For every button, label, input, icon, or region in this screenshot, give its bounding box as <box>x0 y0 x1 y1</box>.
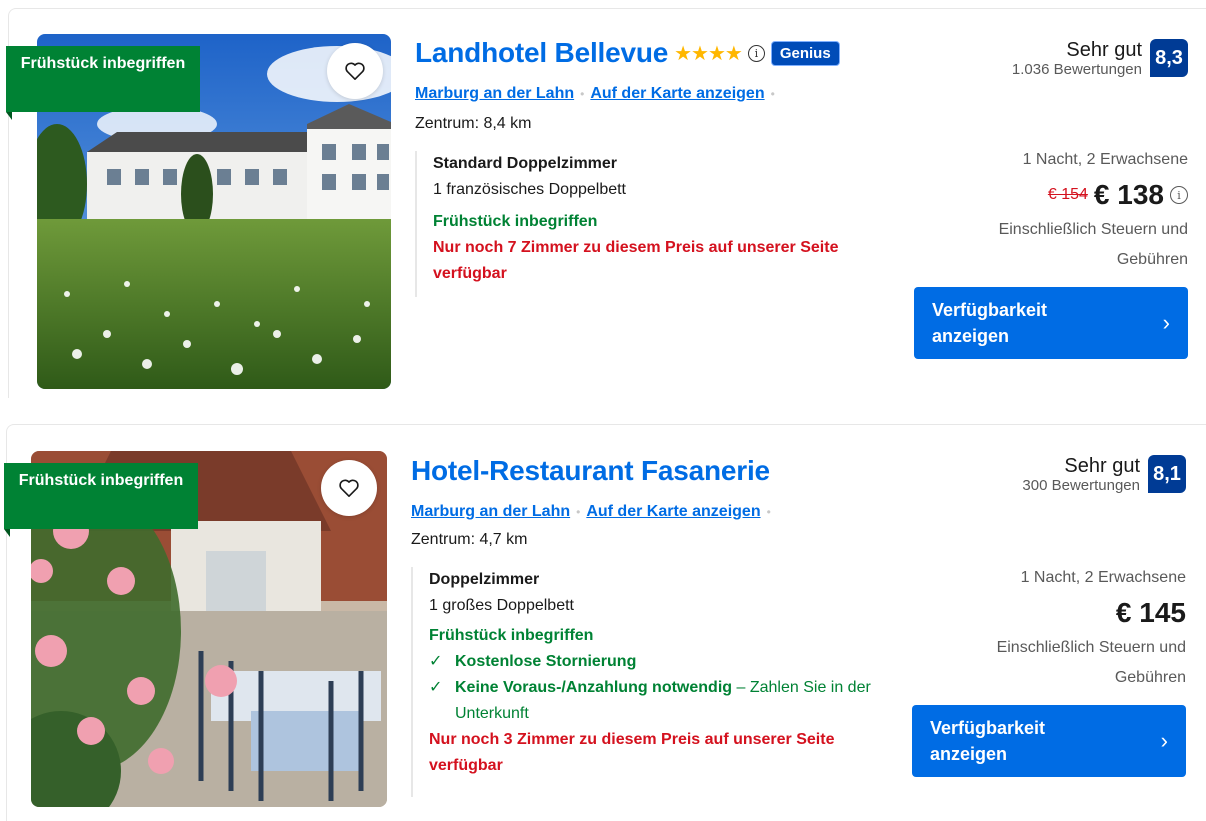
distance-text: Zentrum: 8,4 km <box>415 115 532 132</box>
review-score[interactable]: Sehr gut 300 Bewertungen 8,1 <box>1022 455 1186 495</box>
no-prepayment-line: ✓ Keine Voraus-/Anzahlung notwendig – Za… <box>429 675 881 727</box>
breakfast-included: Frühstück inbegriffen <box>433 213 598 230</box>
separator-dot: • <box>770 87 775 101</box>
separator-dot: • <box>766 505 771 519</box>
star-rating: ★★★★ <box>674 42 743 65</box>
room-details: Doppelzimmer 1 großes Doppelbett Frühstü… <box>411 567 881 797</box>
separator-dot: • <box>576 505 581 519</box>
heart-outline-icon <box>345 62 365 80</box>
title-row: Hotel-Restaurant Fasanerie <box>411 455 770 487</box>
checkmark-icon: ✓ <box>429 679 443 696</box>
room-type: Standard Doppelzimmer <box>433 155 618 172</box>
distance-text: Zentrum: 4,7 km <box>411 531 528 548</box>
current-price: € 145 <box>1115 597 1186 628</box>
availability-warning: Nur noch 7 Zimmer zu diesem Preis auf un… <box>433 239 839 282</box>
location-row: Marburg an der Lahn • Auf der Karte anzeig… <box>415 85 781 103</box>
free-cancellation-line: ✓ Kostenlose Stornierung <box>429 649 881 675</box>
city-link[interactable]: Marburg an der Lahn <box>411 503 570 520</box>
rating-word: Sehr gut <box>1064 455 1140 477</box>
review-count: 300 Bewertungen <box>1022 477 1140 494</box>
room-type: Doppelzimmer <box>429 571 540 588</box>
occupancy-text: 1 Nacht, 2 Erwachsene <box>1020 569 1186 586</box>
separator-dot: • <box>580 87 585 101</box>
city-link[interactable]: Marburg an der Lahn <box>415 85 574 102</box>
taxes-note: Einschließlich Steuern und Gebühren <box>996 639 1186 686</box>
taxes-note: Einschließlich Steuern und Gebühren <box>998 221 1188 268</box>
breakfast-included: Frühstück inbegriffen <box>429 627 594 644</box>
hotel-name-link[interactable]: Landhotel Bellevue <box>415 37 668 69</box>
no-prepayment: Keine Voraus-/Anzahlung notwendig <box>455 679 733 696</box>
price-block: 1 Nacht, 2 Erwachsene € 145 Einschließli… <box>956 567 1186 693</box>
breakfast-ribbon: Frühstück inbegriffen <box>6 46 200 120</box>
score-badge: 8,1 <box>1148 455 1186 493</box>
see-availability-button[interactable]: Verfügbarkeit anzeigen › <box>912 705 1186 777</box>
breakfast-ribbon: Frühstück inbegriffen <box>4 463 198 537</box>
see-availability-button[interactable]: Verfügbarkeit anzeigen › <box>914 287 1188 359</box>
location-row: Marburg an der Lahn • Auf der Karte anzeig… <box>411 503 777 521</box>
show-on-map-link[interactable]: Auf der Karte anzeigen <box>586 503 760 520</box>
bed-type: 1 französisches Doppelbett <box>433 181 626 198</box>
property-card: Frühstück inbegriffen <box>6 8 1206 398</box>
room-details: Standard Doppelzimmer 1 französisches Do… <box>415 151 885 297</box>
bed-type: 1 großes Doppelbett <box>429 597 574 614</box>
price-block: 1 Nacht, 2 Erwachsene € 154 € 138 i Eins… <box>958 149 1188 275</box>
info-icon[interactable]: i <box>747 44 765 62</box>
cta-label: Verfügbarkeit anzeigen <box>930 718 1046 764</box>
review-score[interactable]: Sehr gut 1.036 Bewertungen 8,3 <box>1012 39 1188 79</box>
rating-word: Sehr gut <box>1066 39 1142 61</box>
info-icon[interactable]: i <box>1170 186 1188 204</box>
title-row: Landhotel Bellevue ★★★★ i Genius <box>415 37 840 69</box>
score-badge: 8,3 <box>1150 39 1188 77</box>
checkmark-icon: ✓ <box>429 653 443 670</box>
review-count: 1.036 Bewertungen <box>1011 61 1142 78</box>
occupancy-text: 1 Nacht, 2 Erwachsene <box>1022 151 1188 168</box>
free-cancellation: Kostenlose Stornierung <box>455 653 637 670</box>
show-on-map-link[interactable]: Auf der Karte anzeigen <box>590 85 764 102</box>
chevron-right-icon: › <box>1160 728 1168 753</box>
chevron-right-icon: › <box>1162 310 1170 335</box>
original-price: € 154 <box>1047 186 1088 203</box>
availability-warning: Nur noch 3 Zimmer zu diesem Preis auf un… <box>429 731 835 774</box>
favorite-button[interactable] <box>321 460 377 516</box>
favorite-button[interactable] <box>327 43 383 99</box>
heart-outline-icon <box>339 479 359 497</box>
cta-label: Verfügbarkeit anzeigen <box>932 300 1048 346</box>
hotel-name-link[interactable]: Hotel-Restaurant Fasanerie <box>411 455 770 487</box>
genius-badge[interactable]: Genius <box>770 40 840 66</box>
current-price: € 138 <box>1093 179 1164 210</box>
property-card: Frühstück inbegriffen <box>4 424 1206 821</box>
